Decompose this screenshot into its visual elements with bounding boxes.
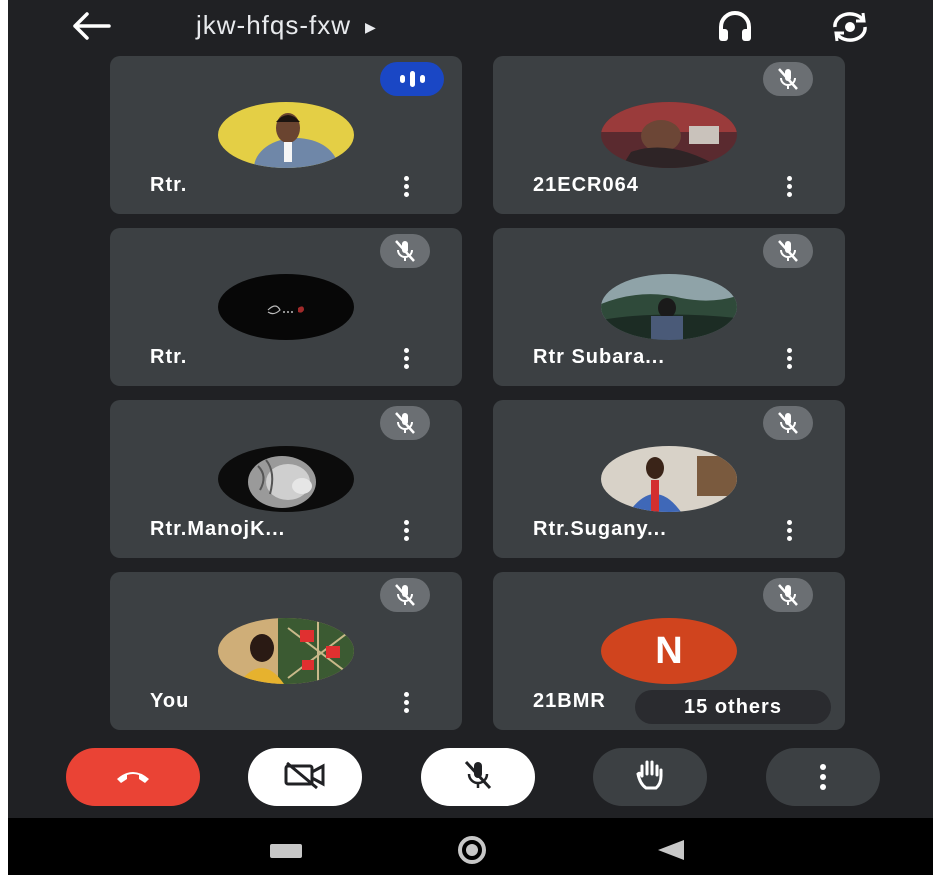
- meet-screen: jkw-hfqs-fxw ▶ Rtr. 21ECR064 Rtr. Rtr Su…: [8, 0, 933, 875]
- more-options-button[interactable]: [766, 748, 880, 806]
- meeting-title[interactable]: jkw-hfqs-fxw ▶: [196, 10, 377, 41]
- phone-hangup-icon: [113, 765, 153, 790]
- participant-tile[interactable]: Rtr.: [110, 228, 462, 386]
- mic-toggle-button[interactable]: [421, 748, 535, 806]
- back-triangle-icon[interactable]: [658, 840, 684, 860]
- video-off-icon: [283, 760, 327, 795]
- speaking-indicator-icon: [380, 62, 444, 96]
- camera-toggle-button[interactable]: [248, 748, 362, 806]
- mic-off-icon: [763, 406, 813, 440]
- mic-off-icon: [380, 234, 430, 268]
- avatar: [218, 618, 354, 684]
- avatar-initial: N: [655, 629, 683, 672]
- avatar: [601, 446, 737, 512]
- home-circle-icon[interactable]: [458, 836, 486, 864]
- avatar: [218, 102, 354, 168]
- more-vert-icon[interactable]: [392, 513, 420, 547]
- participant-name: Rtr.: [150, 346, 188, 368]
- participant-name: Rtr.Sugany...: [533, 518, 667, 540]
- more-vert-icon[interactable]: [775, 169, 803, 203]
- participant-name: You: [150, 690, 190, 712]
- flip-camera-icon[interactable]: [823, 6, 877, 48]
- participant-tile[interactable]: Rtr Subara...: [493, 228, 845, 386]
- end-call-button[interactable]: [66, 748, 200, 806]
- avatar: [218, 446, 354, 512]
- more-vert-icon[interactable]: [775, 513, 803, 547]
- more-vert-icon[interactable]: [392, 685, 420, 719]
- others-chip[interactable]: 15 others: [635, 690, 831, 724]
- hand-icon: [634, 758, 666, 797]
- participant-name: Rtr.ManojK...: [150, 518, 286, 540]
- participant-tile[interactable]: 21ECR064: [493, 56, 845, 214]
- raise-hand-button[interactable]: [593, 748, 707, 806]
- top-bar: jkw-hfqs-fxw ▶: [8, 0, 933, 52]
- participant-tile[interactable]: Rtr.: [110, 56, 462, 214]
- more-vert-icon[interactable]: [392, 169, 420, 203]
- play-caret-icon: ▶: [365, 18, 377, 35]
- participant-tile[interactable]: Rtr.ManojK...: [110, 400, 462, 558]
- participant-name: 21BMR: [533, 690, 606, 712]
- participant-name: Rtr.: [150, 174, 188, 196]
- participant-tile[interactable]: Rtr.Sugany...: [493, 400, 845, 558]
- mic-off-icon: [380, 578, 430, 612]
- avatar: [601, 102, 737, 168]
- mic-off-icon: [763, 62, 813, 96]
- avatar: N: [601, 618, 737, 684]
- participant-tile-self[interactable]: You: [110, 572, 462, 730]
- mic-off-icon: [380, 406, 430, 440]
- avatar: [601, 274, 737, 340]
- system-nav-bar: [8, 818, 933, 875]
- recents-square-icon[interactable]: [270, 844, 302, 858]
- arrow-left-icon[interactable]: [70, 6, 114, 46]
- more-vert-icon[interactable]: [775, 341, 803, 375]
- avatar: [218, 274, 354, 340]
- meeting-code: jkw-hfqs-fxw: [196, 10, 352, 40]
- mic-off-icon: [461, 759, 495, 796]
- mic-off-icon: [763, 234, 813, 268]
- more-vert-icon: [820, 764, 826, 790]
- participant-name: 21ECR064: [533, 174, 639, 196]
- headphones-icon[interactable]: [710, 8, 760, 46]
- participant-name: Rtr Subara...: [533, 346, 665, 368]
- mic-off-icon: [763, 578, 813, 612]
- more-vert-icon[interactable]: [392, 341, 420, 375]
